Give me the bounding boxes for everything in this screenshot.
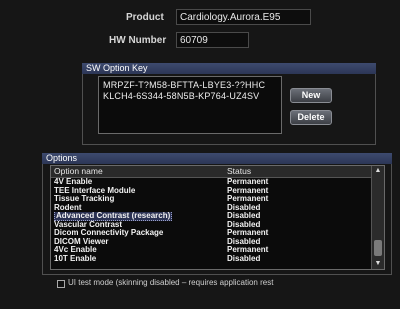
option-key-line: KLCH4-6S344-58N5B-KP764-UZ4SV xyxy=(103,91,260,101)
options-table: Option name Status 4V Enable Permanent TE… xyxy=(50,165,385,270)
option-name-cell: Dicom Connectivity Package xyxy=(54,229,164,237)
column-header-option-name[interactable]: Option name xyxy=(51,166,224,177)
option-name-cell: DICOM Viewer xyxy=(54,237,109,246)
table-row[interactable]: Tissue Tracking Permanent xyxy=(51,195,384,204)
option-key-line: MRPZF-T?M58-BFTTA-LBYE3-??HHC xyxy=(103,80,266,90)
option-status-cell: Permanent xyxy=(227,229,269,237)
scroll-up-icon[interactable]: ▲ xyxy=(372,166,384,176)
option-status-cell: Disabled xyxy=(227,212,261,220)
product-label: Product xyxy=(126,12,164,23)
option-name-cell: 10T Enable xyxy=(54,254,97,263)
ui-test-mode-label: UI test mode (skinning disabled – requir… xyxy=(68,278,274,287)
option-status-cell: Permanent xyxy=(227,246,269,254)
option-name-cell: Advanced Contrast (research) xyxy=(51,212,224,221)
table-row[interactable]: 4Vc Enable Permanent xyxy=(51,246,384,255)
option-status-cell: Disabled xyxy=(227,237,261,246)
options-scrollbar[interactable]: ▲ ▼ xyxy=(371,166,384,269)
option-name-text: Advanced Contrast (research) xyxy=(54,212,173,221)
table-row-selected[interactable]: Advanced Contrast (research) Disabled xyxy=(51,212,384,221)
option-name-cell: Vascular Contrast xyxy=(54,220,123,229)
table-row[interactable]: Dicom Connectivity Package Permanent xyxy=(51,229,384,238)
option-name-cell: Rodent xyxy=(54,203,82,212)
option-name-cell: 4Vc Enable xyxy=(54,246,97,254)
table-row[interactable]: Vascular Contrast Disabled xyxy=(51,221,384,230)
option-status-cell: Permanent xyxy=(227,186,269,195)
option-status-cell: Disabled xyxy=(227,203,261,212)
scrollbar-thumb[interactable] xyxy=(374,240,382,256)
delete-button[interactable]: Delete xyxy=(290,110,332,125)
product-field[interactable]: Cardiology.Aurora.E95 xyxy=(176,9,311,25)
table-row[interactable]: TEE Interface Module Permanent xyxy=(51,187,384,196)
option-status-cell: Permanent xyxy=(227,195,269,203)
hw-number-field[interactable]: 60709 xyxy=(176,32,249,48)
option-name-cell: 4V Enable xyxy=(54,178,93,186)
options-title: Options xyxy=(42,153,392,164)
scroll-down-icon[interactable]: ▼ xyxy=(372,259,384,269)
sw-option-key-title: SW Option Key xyxy=(82,63,376,74)
option-status-cell: Permanent xyxy=(227,178,269,186)
option-key-list[interactable]: MRPZF-T?M58-BFTTA-LBYE3-??HHC KLCH4-6S34… xyxy=(98,76,282,134)
option-status-cell: Disabled xyxy=(227,254,261,263)
column-header-status[interactable]: Status xyxy=(224,166,364,177)
table-row[interactable]: Rodent Disabled xyxy=(51,204,384,213)
new-button[interactable]: New xyxy=(290,88,332,103)
option-name-cell: Tissue Tracking xyxy=(54,195,115,203)
options-table-header: Option name Status xyxy=(51,166,384,178)
ui-test-mode-checkbox[interactable] xyxy=(57,280,65,288)
table-row[interactable]: DICOM Viewer Disabled xyxy=(51,238,384,247)
table-row[interactable]: 10T Enable Disabled xyxy=(51,255,384,264)
option-name-cell: TEE Interface Module xyxy=(54,186,136,195)
hw-number-label: HW Number xyxy=(109,35,167,46)
table-row[interactable]: 4V Enable Permanent xyxy=(51,178,384,187)
option-status-cell: Disabled xyxy=(227,220,261,229)
